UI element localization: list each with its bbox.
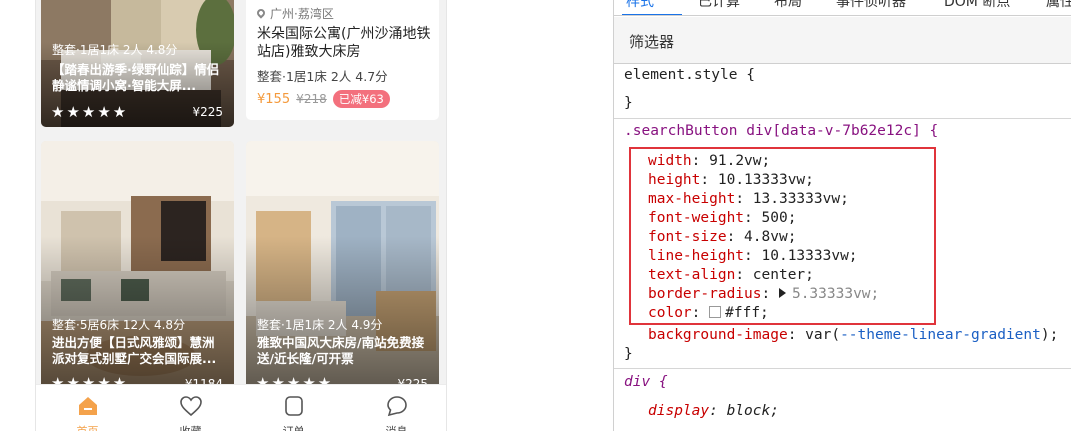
listing-card[interactable]: 整套·1居1床 2人 4.8分 【踏春出游季·绿野仙踪】情侣静谧情调小窝·智能大… [41, 0, 234, 127]
property-value-suffix: ); [1040, 327, 1059, 343]
color-swatch-icon[interactable] [709, 306, 722, 318]
property-name: width [648, 153, 692, 169]
brace: } [624, 346, 633, 362]
tab-properties[interactable]: 属性 [1046, 0, 1071, 11]
listing-title: 【踏春出游季·绿野仙踪】情侣静谧情调小窝·智能大屏... [52, 62, 220, 93]
tab-dom-breakpoints[interactable]: DOM 断点 [944, 0, 1010, 11]
discount-badge: 已减¥63 [332, 90, 390, 108]
tab-orders[interactable]: 订单 [242, 385, 345, 431]
heart-icon [180, 396, 202, 417]
rule-divider [614, 118, 1071, 119]
listing-meta: 整套·5居6床 12人 4.8分 [52, 318, 186, 332]
order-icon [285, 396, 303, 416]
property-name: font-weight [648, 210, 745, 226]
listing-meta: 整套·1居1床 2人 4.9分 [257, 318, 383, 332]
listing-title: 雅致中国风大床房/南站免费接送/近长隆/可开票 [257, 335, 425, 366]
css-variable-link[interactable]: --theme-linear-gradient [840, 327, 1041, 343]
listing-location: 广州·荔湾区 [255, 5, 334, 22]
element-style-selector[interactable]: element.style { [624, 66, 755, 85]
screenshot-root: { "app": { "cards": [ { "meta": "整套·1居1床… [0, 0, 1071, 431]
css-property[interactable]: background-image: var(--theme-linear-gra… [648, 326, 1058, 345]
mobile-app-preview: 整套·1居1床 2人 4.8分 【踏春出游季·绿野仙踪】情侣静谧情调小窝·智能大… [35, 0, 447, 431]
current-price: ¥155 [257, 92, 291, 107]
tab-messages[interactable]: 消息 [345, 385, 446, 431]
property-name: display [648, 403, 710, 419]
css-property[interactable]: border-radius: 5.33333vw; [648, 285, 879, 304]
property-name: background-image [648, 327, 788, 343]
expand-triangle-icon[interactable] [778, 288, 786, 298]
css-property[interactable]: font-size: 4.8vw; [648, 228, 796, 247]
filter-input[interactable]: 筛选器 [629, 31, 674, 52]
css-property[interactable]: color: #fff; [648, 304, 769, 323]
bottom-tab-bar: 首页 收藏 订单 消息 [36, 384, 446, 431]
rating-stars: ★★★★★ [51, 103, 129, 121]
photo-gradient [41, 236, 234, 391]
selector-text: .searchButton div[data-v-7b62e12c] { [624, 123, 939, 139]
property-value[interactable]: center; [753, 267, 814, 283]
property-value[interactable]: 13.33333vw; [753, 191, 849, 207]
tab-label: 收藏 [139, 423, 242, 431]
home-icon [79, 397, 97, 415]
location-text: 广州·荔湾区 [270, 7, 334, 21]
property-name: text-align [648, 267, 736, 283]
property-value: block; [726, 403, 779, 419]
ua-rule-selector[interactable]: div { [624, 373, 668, 392]
price-row: ¥155 ¥218 已减¥63 [257, 90, 390, 108]
property-name: max-height [648, 191, 736, 207]
selector-text: div { [624, 374, 668, 390]
location-pin-icon [255, 7, 267, 19]
css-property[interactable]: max-height: 13.33333vw; [648, 190, 849, 209]
property-name: border-radius [648, 286, 762, 302]
property-name: height [648, 172, 701, 188]
tab-computed[interactable]: 已计算 [698, 0, 740, 11]
tab-home[interactable]: 首页 [36, 385, 139, 431]
rule-selector[interactable]: .searchButton div[data-v-7b62e12c] { [624, 122, 938, 141]
property-value[interactable]: 91.2vw; [709, 153, 770, 169]
css-property[interactable]: font-weight: 500; [648, 209, 796, 228]
tab-layout[interactable]: 布局 [774, 0, 802, 11]
photo-gradient [246, 236, 439, 391]
tab-styles[interactable]: 样式 [626, 0, 654, 11]
original-price: ¥218 [296, 92, 327, 106]
listing-title: 米朵国际公寓(广州沙涌地铁站店)雅致大床房 [257, 26, 431, 60]
devtools-styles-panel: 样式 已计算 布局 事件侦听器 DOM 断点 属性 筛选器 element.st… [613, 0, 1071, 431]
property-value[interactable]: 10.13333vw; [762, 248, 858, 264]
message-icon [387, 396, 407, 417]
property-value-prefix: var( [805, 327, 841, 343]
property-value[interactable]: 4.8vw; [744, 229, 796, 245]
element-style-close: } [624, 94, 633, 113]
rule-divider [614, 368, 1071, 369]
tab-favorites[interactable]: 收藏 [139, 385, 242, 431]
listing-card[interactable]: 广州·荔湾区 米朵国际公寓(广州沙涌地铁站店)雅致大床房 整套·1居1床 2人 … [246, 0, 439, 120]
tab-event-listeners[interactable]: 事件侦听器 [836, 0, 906, 11]
property-name: color [648, 305, 692, 321]
selector-text: element.style { [624, 67, 755, 83]
listing-meta: 整套·1居1床 2人 4.8分 [52, 43, 178, 57]
css-property[interactable]: text-align: center; [648, 266, 814, 285]
tab-label: 订单 [242, 423, 345, 431]
listing-title: 进出方便【日式风雅颂】慧洲派对复式别墅广交会国际展... [52, 335, 217, 366]
property-name: font-size [648, 229, 727, 245]
rule-close: } [624, 345, 633, 364]
brace: } [624, 95, 633, 111]
css-property[interactable]: height: 10.13333vw; [648, 171, 814, 190]
listing-card[interactable]: 整套·1居1床 2人 4.9分 雅致中国风大床房/南站免费接送/近长隆/可开票 … [246, 141, 439, 391]
property-value[interactable]: 500; [762, 210, 797, 226]
listing-meta: 整套·1居1床 2人 4.7分 [257, 69, 388, 84]
active-tab-indicator [622, 14, 682, 15]
listing-price: ¥225 [192, 105, 223, 119]
ua-css-property: display: block; [648, 403, 779, 419]
filter-bar[interactable]: 筛选器 [614, 17, 1071, 64]
property-name: line-height [648, 248, 745, 264]
listing-card[interactable]: 整套·5居6床 12人 4.8分 进出方便【日式风雅颂】慧洲派对复式别墅广交会国… [41, 141, 234, 391]
css-property[interactable]: line-height: 10.13333vw; [648, 247, 858, 266]
devtools-tab-strip: 样式 已计算 布局 事件侦听器 DOM 断点 属性 [614, 0, 1071, 16]
css-property[interactable]: width: 91.2vw; [648, 152, 770, 171]
property-value[interactable]: #fff; [725, 305, 769, 321]
property-value[interactable]: 10.13333vw; [718, 172, 814, 188]
tab-label: 首页 [36, 423, 139, 431]
tab-label: 消息 [345, 423, 446, 431]
property-value[interactable]: 5.33333vw; [792, 286, 879, 302]
